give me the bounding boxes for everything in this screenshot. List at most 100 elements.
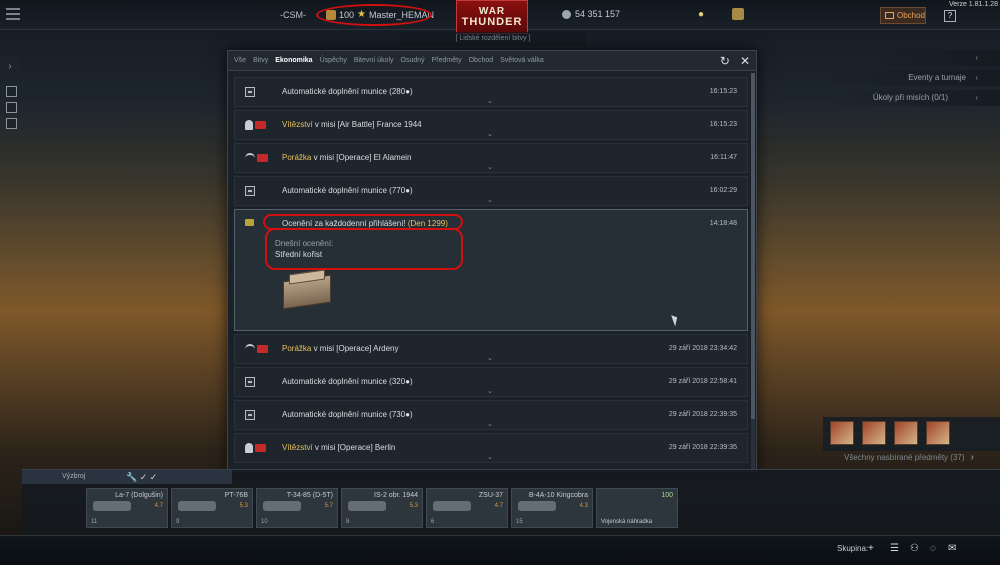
ammo-box-icon [245,377,255,387]
vehicle-slot[interactable]: ZSU-37 4.7 6 [426,488,508,528]
vehicle-slot[interactable]: T-34-85 (D-5T) 5.7 10 [256,488,338,528]
scrollbar[interactable] [751,73,755,469]
all-items-link[interactable]: Všechny nasbírané předměty (37) › [844,452,974,463]
chevron-down-icon[interactable]: ⌄ [487,163,493,171]
tab-fate[interactable]: Osudný [401,57,425,64]
tab-world-war[interactable]: Světová válka [500,57,544,64]
trophy-item[interactable] [926,421,950,445]
events-panel[interactable]: Eventy a turnaje ‹ [830,70,1000,86]
chevron-down-icon[interactable]: ⌄ [487,196,493,204]
ussr-flag-icon [255,444,266,452]
vehicle-slot[interactable]: B-4A-10 Kingcobra 4.3 15 [511,488,593,528]
vehicle-bar: Výzbroj 🔧 ✓ ✓ La-7 (Dolgušin) 4.7 11 PT-76… [22,469,1000,533]
text-suffix: ) [410,87,413,96]
trophy-item[interactable] [894,421,918,445]
tab-economy[interactable]: Ekonomika [275,57,312,64]
reserve-slot[interactable]: 100 Vojenská náhradka [596,488,678,528]
row-icons [245,410,255,420]
vehicle-crew: 15 [516,519,523,525]
notification-list[interactable]: Automatické doplnění munice (280●) 16:15… [232,75,748,467]
trophy-items [823,417,1000,451]
tab-all[interactable]: Vše [234,57,246,64]
scrollbar-thumb[interactable] [751,73,755,419]
add-icon[interactable]: + [868,543,874,554]
tab-items[interactable]: Předměty [432,57,462,64]
mouse-cursor-icon [671,313,680,327]
notification-time: 14:18:48 [709,220,737,227]
tab-battle-tasks[interactable]: Bitevní úkoly [354,57,394,64]
gift-icon[interactable] [732,8,744,20]
game-logo[interactable]: WAR THUNDER [456,0,528,34]
parachute-icon [245,344,255,354]
notification-row-expanded[interactable]: Ocenění za každodenní přihlášení! (Den 1… [234,209,748,331]
notification-row[interactable]: Automatické doplnění munice (320●) 29 zá… [234,367,748,397]
notification-row[interactable]: Vítězství v misi [Air Battle] France 194… [234,110,748,140]
friends-icon[interactable]: ⚇ [910,543,919,554]
refresh-icon[interactable]: ↻ [720,54,730,68]
tab-achievements[interactable]: Úspěchy [320,57,347,64]
notification-time: 29 září 2018 22:58:41 [668,378,737,385]
text-prefix: Automatické doplnění munice (280 [282,87,406,96]
notification-row[interactable]: Porážka v misi [Operace] El Alamein 16:1… [234,143,748,173]
battle-type-bar[interactable]: [ Lidské rozdělení bitvy ] [400,32,586,46]
notification-row[interactable]: Vítězství v misi [Operace] Berlin 29 zář… [234,433,748,463]
chat-icon[interactable]: ◌ [930,543,936,554]
notification-time: 16:15:23 [709,88,737,95]
close-icon[interactable]: ✕ [740,54,750,68]
vehicle-name: B-4A-10 Kingcobra [528,492,588,499]
row-icons [245,87,255,97]
notification-text: Vítězství v misi [Operace] Berlin [282,443,395,452]
left-icon-1[interactable] [6,86,17,97]
notification-text: Automatické doplnění munice (280●) [282,87,413,96]
chevron-down-icon[interactable]: ⌄ [487,130,493,138]
tasks-label: Úkoly při misích [872,93,930,102]
right-panel-top[interactable]: ‹ [880,50,1000,66]
notification-row[interactable]: Porážka v misi [Operace] Ardeny 29 září … [234,334,748,364]
text-suffix: v misi [Operace] Berlin [312,443,396,452]
chevron-down-icon[interactable]: ⌄ [487,453,493,461]
vehicle-silhouette [93,501,131,511]
text-highlight: Porážka [282,153,312,162]
ussr-flag-icon [257,154,268,162]
tasks-count: (0/1) [931,93,948,102]
ammo-box-icon [245,186,255,196]
left-icon-2[interactable] [6,102,17,113]
vehicle-silhouette [433,501,471,511]
tab-shop[interactable]: Obchod [469,57,494,64]
trophy-item[interactable] [830,421,854,445]
vehicle-crew: 8 [346,519,350,525]
row-icons [245,344,268,354]
chevron-down-icon[interactable]: ⌄ [487,354,493,362]
text-suffix: v misi [Operace] Ardeny [311,344,399,353]
notification-time: 29 září 2018 23:34:42 [668,345,737,352]
ammo-box-icon [245,87,255,97]
help-button[interactable]: ? [944,10,956,22]
vehicle-silhouette [263,501,301,511]
left-expand-tab[interactable]: › [0,56,20,78]
vehicle-slot[interactable]: PT-76B 5.3 9 [171,488,253,528]
notification-row[interactable]: Automatické doplnění munice (280●) 16:15… [234,77,748,107]
vehicle-slot[interactable]: IS-2 obr. 1944 5.3 8 [341,488,423,528]
wrench-icon[interactable]: 🔧 ✓ ✓ [126,472,157,483]
bulb-icon[interactable]: ● [698,9,704,20]
list-icon[interactable]: ☰ [890,543,899,554]
chevron-down-icon[interactable]: ⌄ [487,97,493,105]
text-suffix: ) [410,377,413,386]
notification-row[interactable]: Automatické doplnění munice (730●) 29 zá… [234,400,748,430]
tab-battles[interactable]: Bitvy [253,57,268,64]
mail-icon[interactable]: ✉ [948,543,956,554]
menu-icon[interactable] [6,8,26,22]
vehicle-slot[interactable]: La-7 (Dolgušin) 4.7 11 [86,488,168,528]
chevron-down-icon[interactable]: ⌄ [487,387,493,395]
left-icon-3[interactable] [6,118,17,129]
shop-button[interactable]: Obchod [880,7,926,24]
silver-lions[interactable]: 54 351 157 [562,9,620,19]
notification-row[interactable]: Automatické doplnění munice (770●) 16:02… [234,176,748,206]
trophy-item[interactable] [862,421,886,445]
trophy-icon [245,120,253,130]
all-items-label: Všechny nasbírané předměty (37) [844,453,965,462]
tasks-panel[interactable]: Úkoly při misích (0/1) ‹ [834,90,1000,106]
events-label: Eventy a turnaje [908,73,966,82]
ussr-flag-icon [255,121,266,129]
chevron-down-icon[interactable]: ⌄ [487,420,493,428]
